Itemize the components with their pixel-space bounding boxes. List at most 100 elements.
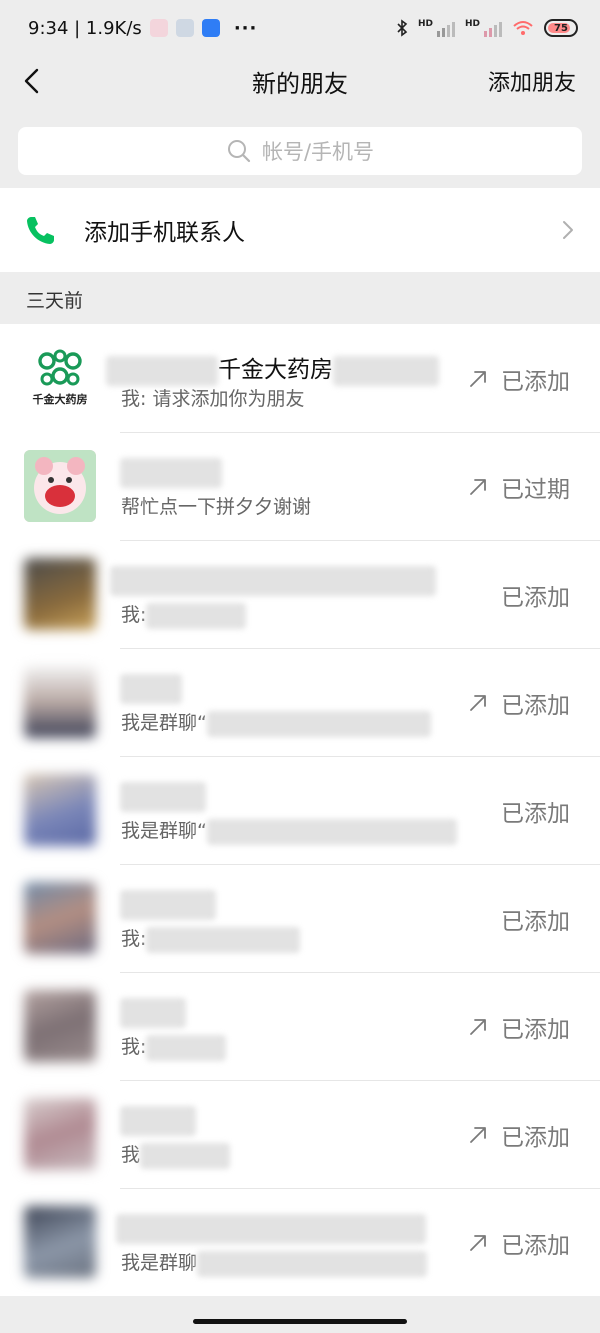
section-header: 三天前: [26, 290, 84, 312]
redacted-text: [110, 566, 436, 596]
friend-request-item[interactable]: 我是群聊 已添加: [0, 1188, 600, 1296]
message-text: 我:: [121, 604, 147, 626]
redacted-text: [120, 458, 222, 488]
redacted-text: [106, 355, 218, 386]
avatar: [24, 990, 96, 1062]
redacted-text: [116, 1214, 426, 1244]
contact-name: [120, 890, 216, 920]
redacted-text: [120, 1106, 196, 1136]
redacted-text: [206, 710, 431, 737]
friend-request-item[interactable]: 我 已添加: [0, 1080, 600, 1188]
status-text: 已添加: [501, 1017, 570, 1043]
contact-name: [120, 782, 206, 812]
chevron-right-icon: [563, 221, 573, 239]
friend-request-item[interactable]: 我: 已添加: [0, 540, 600, 648]
friend-request-item[interactable]: 我是群聊“ 已添加: [0, 648, 600, 756]
contact-name: [120, 1106, 196, 1136]
logo-text: 千金大药房: [32, 393, 88, 406]
arrow-up-right-icon: [470, 1235, 486, 1251]
pharmacy-logo-icon: [38, 349, 82, 386]
friend-request-item[interactable]: 我是群聊“ 已添加: [0, 756, 600, 864]
redacted-text: [120, 782, 206, 812]
avatar: [24, 1206, 96, 1278]
message-text: 我是群聊“: [121, 820, 207, 842]
request-status: 已添加: [467, 1226, 570, 1260]
request-status: 已添加: [501, 578, 570, 612]
app-notification-icon: [175, 19, 194, 37]
avatar: 千金大药房: [24, 342, 96, 414]
contact-name: [120, 674, 182, 704]
search-icon: [227, 140, 251, 163]
home-indicator[interactable]: [193, 1319, 407, 1324]
contact-name: 千金大药房: [106, 350, 439, 386]
request-status: 已添加: [467, 686, 570, 720]
friend-request-item[interactable]: 我: 已添加: [0, 864, 600, 972]
add-phone-contacts-row[interactable]: 添加手机联系人: [0, 188, 600, 272]
request-message: 我: [121, 1140, 231, 1169]
status-text: 已添加: [501, 1125, 570, 1151]
message-text: 我是群聊“: [121, 712, 207, 734]
contact-name: [110, 566, 436, 596]
signal-hd-label: HD: [417, 19, 433, 29]
add-phone-contacts-label: 添加手机联系人: [84, 220, 245, 246]
request-status: 已添加: [501, 794, 570, 828]
request-status: 已添加: [501, 902, 570, 936]
app-notification-icon: [149, 19, 168, 37]
bluetooth-icon: [397, 19, 408, 37]
request-status: 已添加: [467, 1118, 570, 1152]
avatar: [24, 666, 96, 738]
status-text: 已添加: [501, 585, 570, 611]
contact-name: [120, 458, 222, 488]
signal-strength-icon: HD: [465, 19, 502, 37]
redacted-text: [146, 602, 247, 629]
status-text: 已过期: [501, 477, 570, 503]
friend-request-item[interactable]: 千金大药房 千金大药房 我: 请求添加你为朋友 已添加: [0, 324, 600, 432]
contact-name: [116, 1214, 426, 1244]
status-text: 已添加: [501, 1233, 570, 1259]
redacted-text: [120, 674, 182, 704]
status-right: HD HD 75: [396, 19, 578, 37]
redacted-text: [197, 1250, 428, 1277]
request-message: 我:: [121, 924, 301, 953]
battery-icon: 75: [544, 19, 578, 37]
redacted-text: [120, 890, 216, 920]
cartoon-avatar-icon: [24, 450, 96, 522]
avatar: [24, 558, 96, 630]
arrow-up-right-icon: [470, 479, 486, 495]
status-text: 已添加: [501, 369, 570, 395]
redacted-text: [146, 926, 301, 953]
friend-request-list: 千金大药房 千金大药房 我: 请求添加你为朋友 已添加 帮忙点一下拼夕夕谢谢 已…: [0, 324, 600, 1296]
message-text: 我是群聊: [121, 1252, 198, 1274]
status-left: 9:34 | 1.9K/s ···: [28, 18, 257, 39]
message-text: 我:: [121, 1036, 147, 1058]
avatar: [24, 882, 96, 954]
add-friend-button[interactable]: 添加朋友: [488, 65, 576, 97]
message-text: 我:: [121, 928, 147, 950]
signal-hd-label: HD: [464, 19, 480, 29]
request-message: 我是群聊“: [121, 708, 431, 737]
friend-request-item[interactable]: 我: 已添加: [0, 972, 600, 1080]
battery-level: 75: [554, 22, 568, 34]
redacted-text: [120, 998, 186, 1028]
request-message: 我:: [121, 600, 247, 629]
status-text: 已添加: [501, 909, 570, 935]
request-status: 已添加: [467, 362, 570, 396]
signal-strength-icon: HD: [418, 19, 455, 37]
phone-icon: [27, 217, 54, 244]
redacted-text: [206, 818, 457, 845]
avatar: [24, 1098, 96, 1170]
request-message: 我:: [121, 1032, 227, 1061]
request-status: 已过期: [467, 470, 570, 504]
arrow-up-right-icon: [470, 371, 486, 387]
avatar: [24, 450, 96, 522]
search-input[interactable]: 帐号/手机号: [18, 127, 582, 175]
more-notifications-icon: ···: [233, 17, 258, 39]
status-text: 已添加: [501, 693, 570, 719]
request-status: 已添加: [467, 1010, 570, 1044]
friend-request-item[interactable]: 帮忙点一下拼夕夕谢谢 已过期: [0, 432, 600, 540]
time-and-speed: 9:34 | 1.9K/s: [28, 17, 142, 39]
redacted-text: [146, 1034, 227, 1061]
app-notification-icon: [201, 19, 220, 37]
contact-name: [120, 998, 186, 1028]
avatar: [24, 774, 96, 846]
